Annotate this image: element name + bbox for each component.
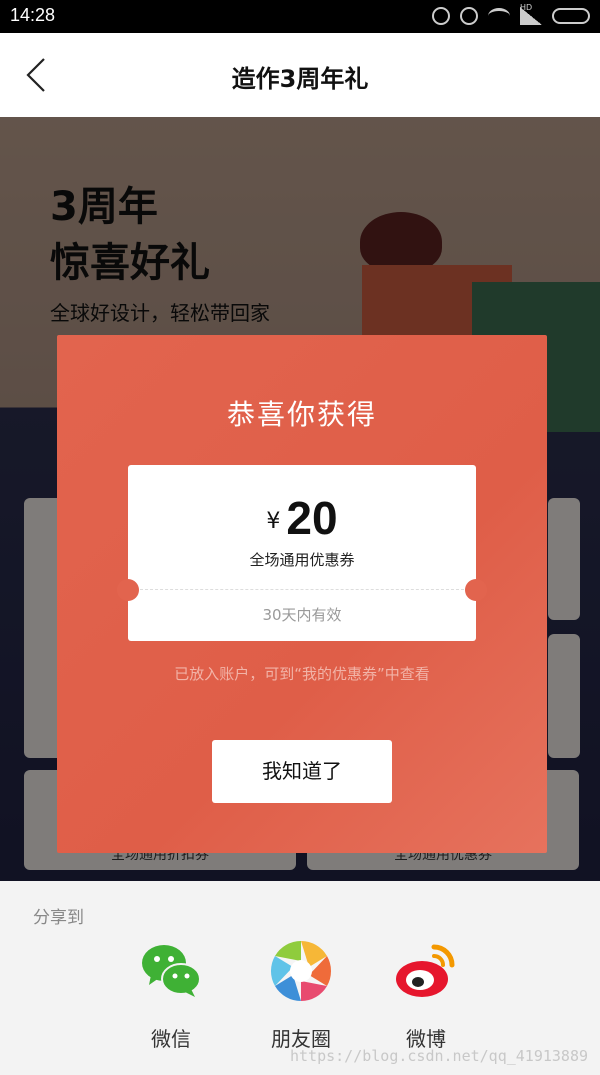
alarm-icon (460, 7, 478, 25)
coupon-notch-right (465, 579, 487, 601)
modal-title: 恭喜你获得 (226, 398, 377, 431)
coupon-notch-left (117, 579, 139, 601)
coupon-amount: ¥20 (128, 491, 476, 545)
share-wechat-label: 微信 (151, 1027, 191, 1051)
currency-symbol: ¥ (266, 509, 281, 534)
reward-modal: 恭喜你获得 ¥20 全场通用优惠券 30天内有效 已放入账户，可到“我的优惠券”… (57, 335, 547, 853)
coupon-card: ¥20 全场通用优惠券 30天内有效 (117, 465, 487, 641)
battery-icon (552, 8, 590, 24)
share-sheet: 分享到 微信 朋友圈 微博 https://blog.csdn.net/qq_4… (0, 881, 600, 1075)
hotspot-icon (432, 7, 450, 25)
hd-badge: HD (520, 3, 533, 12)
share-weibo-button[interactable]: 微博 (381, 939, 471, 1052)
moments-icon (270, 941, 332, 1001)
share-wechat-button[interactable]: 微信 (126, 939, 216, 1052)
signal-icon: HD (520, 3, 542, 25)
wechat-icon (142, 945, 201, 997)
watermark: https://blog.csdn.net/qq_41913889 (289, 1047, 588, 1065)
status-icons: HD (432, 3, 590, 26)
modal-note: 已放入账户，可到“我的优惠券”中查看 (174, 665, 430, 683)
weibo-icon (396, 944, 455, 997)
coupon-description: 全场通用优惠券 (249, 551, 355, 569)
confirm-button[interactable]: 我知道了 (212, 740, 392, 803)
coupon-value: 20 (286, 492, 338, 544)
nav-bar: 造作3周年礼 (0, 33, 600, 117)
share-moments-button[interactable]: 朋友圈 (256, 939, 346, 1052)
share-label: 分享到 (33, 908, 84, 928)
page-title: 造作3周年礼 (231, 65, 369, 93)
coupon-validity: 30天内有效 (262, 606, 342, 624)
status-bar: 14:28 HD (0, 0, 600, 33)
wifi-icon (488, 8, 510, 24)
coupon-divider (140, 589, 464, 590)
status-time: 14:28 (10, 5, 56, 25)
